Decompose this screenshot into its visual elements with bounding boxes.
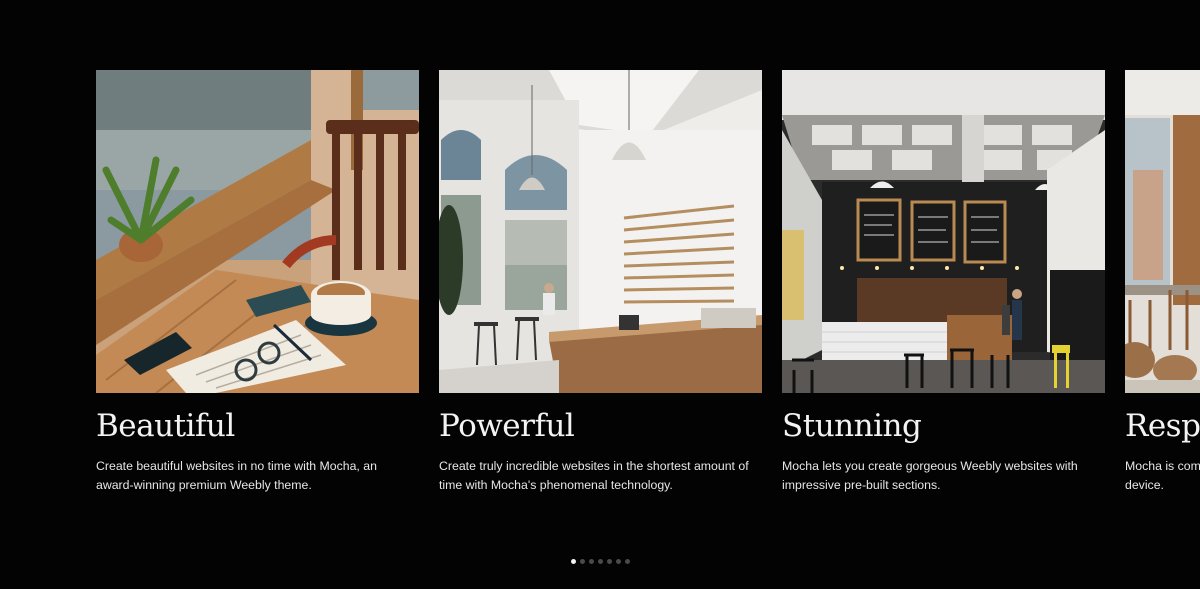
card-image-cafe-window (96, 70, 419, 393)
pagination-dot[interactable] (579, 559, 585, 564)
card-image-cafe-counter (439, 70, 762, 393)
card-description: Mocha is completely responsive and adapt… (1125, 459, 1200, 493)
card-description: Mocha lets you create gorgeous Weebly we… (782, 459, 1078, 493)
card-title: Stunning (782, 408, 922, 444)
card-image-coffee-shop (782, 70, 1105, 393)
feature-carousel[interactable]: Beautiful Create beautiful websites in n… (0, 0, 1200, 589)
pagination-dot[interactable] (597, 559, 603, 564)
pagination-dot[interactable] (615, 559, 621, 564)
carousel-card: Powerful Create truly incredible website… (439, 70, 762, 495)
pagination-dot[interactable] (606, 559, 612, 564)
card-title: Responsive (1125, 408, 1200, 444)
carousel-track: Beautiful Create beautiful websites in n… (96, 70, 1200, 495)
pagination-dot[interactable] (624, 559, 630, 564)
carousel-card: Responsive Mocha is completely responsiv… (1125, 70, 1200, 495)
card-image-restaurant-terrace (1125, 70, 1200, 393)
card-description: Create truly incredible websites in the … (439, 459, 749, 493)
card-title: Powerful (439, 408, 575, 444)
carousel-card: Beautiful Create beautiful websites in n… (96, 70, 419, 495)
carousel-pagination (0, 559, 1200, 564)
carousel-card: Stunning Mocha lets you create gorgeous … (782, 70, 1105, 495)
card-description: Create beautiful websites in no time wit… (96, 459, 377, 493)
pagination-dot[interactable] (570, 559, 576, 564)
card-title: Beautiful (96, 408, 235, 444)
pagination-dot[interactable] (588, 559, 594, 564)
